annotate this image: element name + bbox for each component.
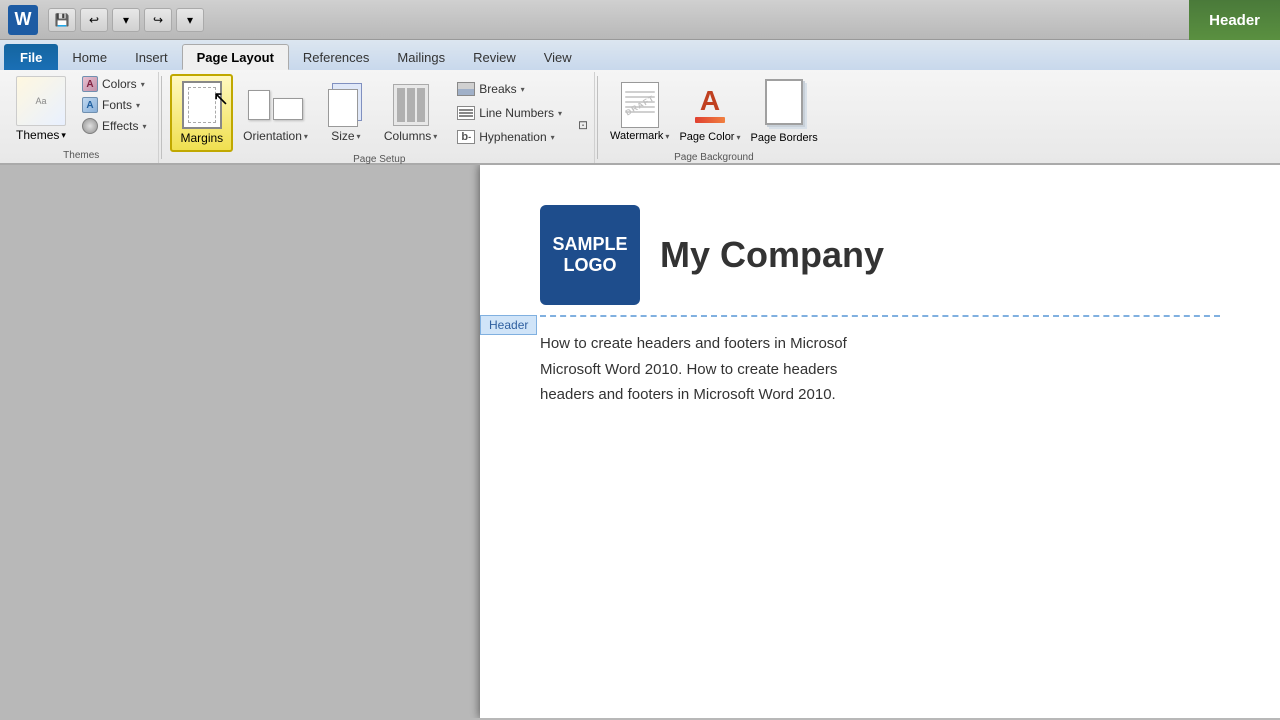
size-chevron-icon: ▾ — [357, 132, 361, 141]
fonts-chevron-icon: ▾ — [136, 101, 140, 110]
watermark-icon: DRAFT — [621, 82, 659, 128]
header-label-tab[interactable]: Header — [480, 315, 537, 335]
header-context-tab[interactable]: Header — [1189, 0, 1280, 40]
redo-button[interactable]: ↪ — [144, 8, 172, 32]
hyphenation-chevron-icon: ▾ — [551, 133, 555, 142]
body-line-3: headers and footers in Microsoft Word 20… — [540, 382, 1220, 408]
columns-icon — [391, 83, 431, 127]
separator-2 — [597, 76, 598, 159]
page-borders-label: Page Borders — [751, 132, 818, 144]
tab-mailings[interactable]: Mailings — [383, 44, 459, 70]
margins-label: Margins — [180, 131, 223, 145]
themes-icon: Aa — [16, 76, 66, 126]
sample-logo: SAMPLE LOGO — [540, 205, 640, 305]
effects-button[interactable]: Effects ▾ — [76, 116, 152, 136]
document-body-text: How to create headers and footers in Mic… — [540, 331, 1220, 408]
columns-button[interactable]: Columns ▾ — [378, 74, 443, 152]
ribbon-body: Aa Themes ▾ A Colors ▾ A — [0, 70, 1280, 165]
document-header-content: SAMPLE LOGO My Company — [540, 205, 1220, 305]
word-icon: W — [8, 5, 38, 35]
hyphenation-button[interactable]: b- Hyphenation ▾ — [451, 126, 568, 148]
page-color-chevron-icon: ▾ — [736, 133, 740, 142]
page-borders-button[interactable]: Page Borders — [747, 74, 822, 150]
page-color-label: Page Color — [679, 131, 734, 143]
orientation-button[interactable]: Orientation ▾ — [237, 74, 314, 152]
document-page: SAMPLE LOGO My Company Header How to cre… — [480, 165, 1280, 718]
line-numbers-icon — [457, 106, 475, 120]
orientation-chevron-icon: ▾ — [304, 132, 308, 141]
margins-icon — [182, 81, 222, 129]
breaks-chevron-icon: ▾ — [521, 85, 525, 94]
tab-insert[interactable]: Insert — [121, 44, 182, 70]
tab-review[interactable]: Review — [459, 44, 530, 70]
tab-file[interactable]: File — [4, 44, 58, 70]
tab-references[interactable]: References — [289, 44, 383, 70]
orientation-label: Orientation — [243, 129, 302, 143]
colors-icon: A — [82, 76, 98, 92]
ribbon-tab-bar: File Home Insert Page Layout References … — [0, 40, 1280, 70]
watermark-chevron-icon: ▾ — [665, 132, 669, 141]
undo-button[interactable]: ↩ — [80, 8, 108, 32]
breaks-stack: Breaks ▾ Line Numbers ▾ b- Hyphenation ▾ — [447, 74, 572, 152]
hyphenation-icon: b- — [457, 130, 475, 144]
qat-more-button[interactable]: ▾ — [176, 8, 204, 32]
themes-label: Themes — [16, 128, 59, 142]
columns-chevron-icon: ▾ — [433, 132, 437, 141]
tab-page-layout[interactable]: Page Layout — [182, 44, 289, 70]
size-button[interactable]: Size ▾ — [318, 74, 374, 152]
effects-chevron-icon: ▾ — [142, 122, 146, 131]
fonts-button[interactable]: A Fonts ▾ — [76, 95, 152, 115]
page-borders-icon — [764, 78, 804, 126]
tab-home[interactable]: Home — [58, 44, 121, 70]
line-numbers-chevron-icon: ▾ — [558, 109, 562, 118]
document-left-margin — [0, 165, 480, 718]
page-color-button[interactable]: A Page Color ▾ — [675, 74, 744, 150]
themes-button[interactable]: Aa Themes ▾ — [10, 74, 72, 144]
margins-button[interactable]: Margins — [170, 74, 233, 152]
watermark-button[interactable]: DRAFT Watermark ▾ — [606, 74, 673, 150]
watermark-label: Watermark — [610, 130, 663, 142]
body-line-2: Microsoft Word 2010. How to create heade… — [540, 357, 1220, 383]
line-numbers-button[interactable]: Line Numbers ▾ — [451, 102, 568, 124]
themes-chevron-icon: ▾ — [61, 130, 66, 141]
size-icon — [326, 83, 366, 127]
company-name: My Company — [660, 234, 884, 276]
page-color-icon: A — [690, 81, 730, 129]
separator-1 — [161, 76, 162, 159]
breaks-button[interactable]: Breaks ▾ — [451, 78, 568, 100]
page-background-group-label: Page Background — [606, 150, 822, 163]
themes-group-label: Themes — [10, 148, 152, 161]
page-setup-group: Margins ↖ Orientation ▾ — [164, 72, 595, 163]
themes-small-buttons: A Colors ▾ A Fonts ▾ Effects ▾ — [76, 74, 152, 136]
header-dashed-line: Header — [540, 315, 1220, 317]
page-setup-group-label: Page Setup — [170, 152, 588, 165]
tab-view[interactable]: View — [530, 44, 586, 70]
size-label: Size — [331, 129, 354, 143]
orientation-icon — [256, 83, 296, 127]
page-background-group: DRAFT Watermark ▾ A Page Color ▾ — [600, 72, 828, 163]
columns-label: Columns — [384, 129, 431, 143]
colors-chevron-icon: ▾ — [141, 80, 145, 89]
save-button[interactable]: 💾 — [48, 8, 76, 32]
body-line-1: How to create headers and footers in Mic… — [540, 331, 1220, 357]
colors-button[interactable]: A Colors ▾ — [76, 74, 152, 94]
page-setup-dialog-launcher[interactable]: ⊡ — [578, 116, 588, 134]
undo-arrow-button[interactable]: ▾ — [112, 8, 140, 32]
fonts-icon: A — [82, 97, 98, 113]
quick-access-toolbar: 💾 ↩ ▾ ↪ ▾ — [48, 8, 204, 32]
themes-group: Aa Themes ▾ A Colors ▾ A — [4, 72, 159, 163]
effects-icon — [82, 118, 98, 134]
breaks-icon — [457, 82, 475, 96]
document-area: SAMPLE LOGO My Company Header How to cre… — [0, 165, 1280, 718]
